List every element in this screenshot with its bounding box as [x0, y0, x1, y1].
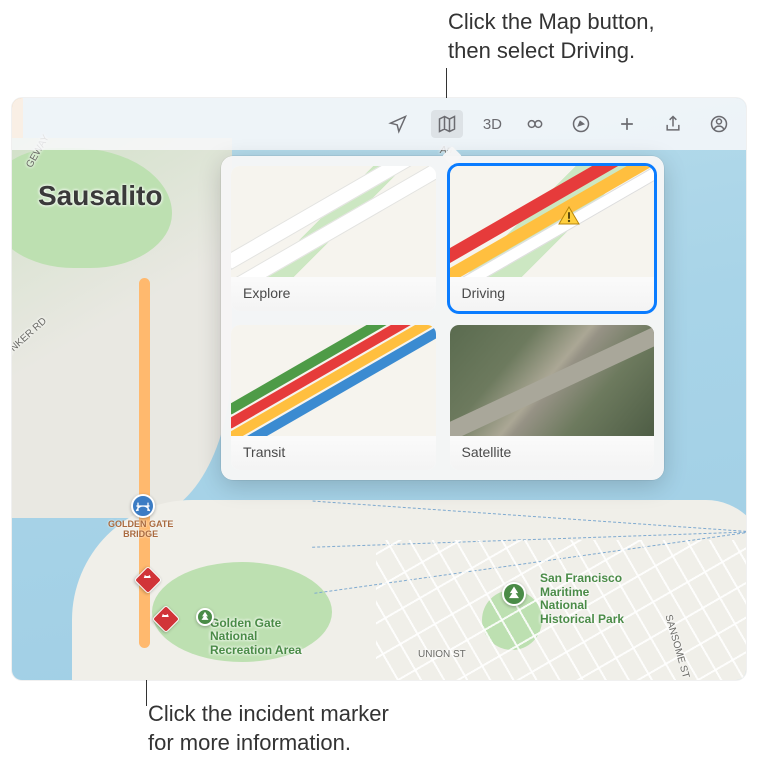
mode-label: Explore — [231, 277, 436, 311]
mode-explore[interactable]: Explore — [231, 166, 436, 311]
park-label-maritime: San Francisco Maritime National Historic… — [540, 572, 624, 627]
toolbar: 3D — [12, 98, 746, 150]
poi-label-bridge: GOLDEN GATE BRIDGE — [108, 520, 173, 540]
mode-satellite[interactable]: Satellite — [450, 325, 655, 470]
mode-thumb-driving — [450, 166, 655, 277]
mode-driving[interactable]: Driving — [450, 166, 655, 311]
hazard-icon — [555, 204, 583, 228]
poi-park-icon[interactable] — [502, 582, 526, 606]
road-label-union: UNION ST — [418, 649, 466, 660]
3d-button[interactable]: 3D — [483, 116, 502, 133]
add-button[interactable] — [614, 111, 640, 137]
maps-window: Sausalito BUNKER RD GEWAY An Golden Gate… — [12, 98, 746, 680]
map-mode-panel: Explore Driving Transit Satellite — [221, 156, 664, 480]
mode-transit[interactable]: Transit — [231, 325, 436, 470]
callout-map-button: Click the Map button, then select Drivin… — [448, 8, 655, 65]
map-mode-button[interactable] — [431, 110, 463, 138]
mode-thumb-explore — [231, 166, 436, 277]
city-label-sausalito: Sausalito — [38, 180, 162, 212]
look-around-button[interactable] — [522, 111, 548, 137]
mode-label: Transit — [231, 436, 436, 470]
poi-golden-gate-bridge[interactable] — [131, 494, 155, 518]
account-button[interactable] — [706, 111, 732, 137]
mode-thumb-transit — [231, 325, 436, 436]
mode-label: Satellite — [450, 436, 655, 470]
location-button[interactable] — [385, 111, 411, 137]
poi-park-icon[interactable] — [196, 608, 214, 626]
directions-button[interactable] — [568, 111, 594, 137]
mode-label: Driving — [450, 277, 655, 311]
callout-incident: Click the incident marker for more infor… — [148, 700, 389, 757]
mode-thumb-satellite — [450, 325, 655, 436]
share-button[interactable] — [660, 111, 686, 137]
park-label-ggnra: Golden Gate National Recreation Area — [210, 617, 302, 658]
